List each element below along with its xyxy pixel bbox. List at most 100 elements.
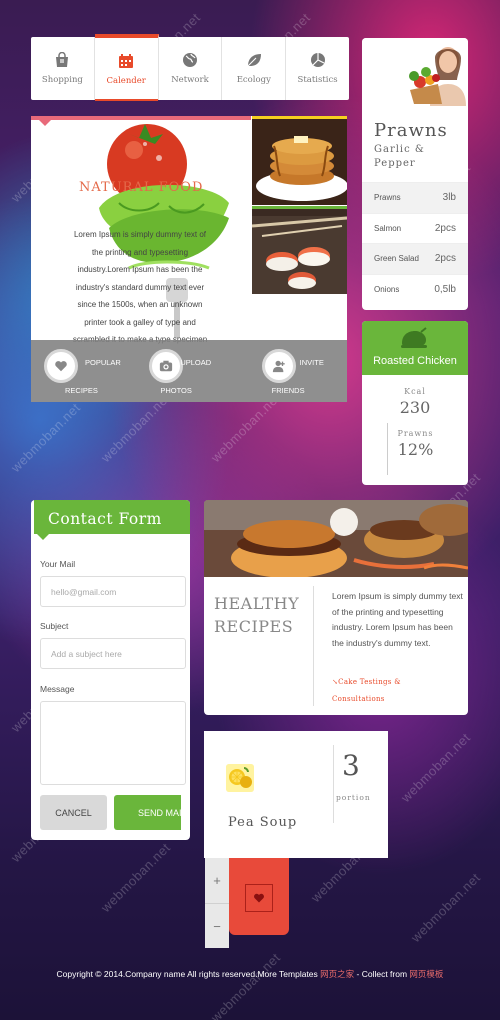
prawns-stat: Prawns 12%: [387, 423, 468, 475]
action-label-bottom: RECIPES: [65, 386, 98, 395]
pea-soup-card: Pea Soup 3 portion: [204, 731, 388, 858]
recipe-profile-card: Prawns Garlic & Pepper Prawns 3lb Salmon…: [362, 38, 468, 310]
pie-chart-icon: [310, 53, 325, 67]
heart-icon: [55, 361, 67, 372]
kcal-value: 230: [399, 398, 431, 417]
camera-icon: [160, 360, 173, 372]
email-field[interactable]: hello@gmail.com: [40, 576, 186, 607]
watermark-text: webmoban.net: [98, 839, 174, 916]
prawns-value: 12%: [397, 440, 434, 459]
zoom-out-button[interactable]: −: [205, 916, 229, 936]
healthy-title: HEALTHY RECIPES: [214, 592, 299, 638]
recipe-subtitle-line: Garlic &: [374, 144, 425, 155]
watermark-text: webmoban.net: [208, 949, 284, 1020]
copyright-text: Copyright © 2014.Company name All rights…: [56, 969, 321, 979]
subject-label: Subject: [40, 621, 69, 631]
chef-avatar: [409, 47, 466, 106]
chicken-header: Roasted Chicken: [362, 321, 468, 375]
message-field[interactable]: [40, 701, 186, 785]
tab-label: Statistics: [297, 75, 338, 85]
text-line: industry.Lorem Ipsum has been the: [77, 265, 203, 274]
chicken-title: Roasted Chicken: [373, 355, 457, 367]
add-user-icon: [272, 360, 285, 373]
divider: [333, 745, 334, 823]
ingredient-name: Onions: [374, 284, 400, 294]
burger-photo: [204, 500, 468, 577]
action-label-bottom: FRIENDS: [271, 386, 305, 395]
portion-count: 3: [342, 749, 360, 782]
kcal-label: Kcal: [404, 387, 426, 396]
favorite-widget[interactable]: [229, 858, 289, 935]
ingredient-amount: 0,5lb: [434, 283, 456, 295]
tab-label: Calender: [106, 75, 146, 86]
tab-network[interactable]: Network: [159, 37, 223, 100]
food-action-bar: POPULAR RECIPES UPLOAD PHOTOS INVITE FRI…: [31, 340, 347, 402]
prawns-label: Prawns: [397, 429, 434, 438]
heart-icon: [254, 893, 264, 903]
tab-shopping[interactable]: Shopping: [31, 37, 95, 100]
invite-friends-button[interactable]: INVITE FRIENDS: [242, 340, 347, 402]
ingredient-name: Salmon: [374, 223, 402, 233]
zoom-in-button[interactable]: +: [205, 870, 229, 890]
footer-link[interactable]: 网页模板: [409, 969, 443, 979]
send-mail-button[interactable]: SEND MAIL: [114, 795, 181, 830]
link-text: Cake Testings &: [338, 678, 401, 686]
tab-label: Shopping: [41, 75, 83, 85]
ingredient-amount: 2pcs: [434, 253, 456, 265]
divider: [313, 586, 314, 706]
roasted-chicken-card: Roasted Chicken Kcal 230 Prawns 12%: [362, 321, 468, 485]
popular-recipes-button[interactable]: POPULAR RECIPES: [31, 340, 136, 402]
photo-accent-bar: [252, 116, 347, 119]
cake-testings-link[interactable]: ↘Cake Testings & Consultations: [332, 674, 401, 708]
profile-header: [362, 38, 468, 106]
contact-form: Contact Form Your Mail hello@gmail.com S…: [31, 500, 190, 840]
pea-soup-title: Pea Soup: [228, 815, 298, 830]
globe-icon: [182, 53, 197, 67]
recipe-name: Prawns: [374, 120, 448, 141]
text-line: industry's standard dummy text ever: [75, 282, 205, 292]
tab-calender[interactable]: Calender: [94, 34, 159, 101]
message-label: Message: [40, 684, 75, 694]
burger-image: [204, 500, 468, 577]
watermark-text: webmoban.net: [408, 869, 484, 946]
list-item: Salmon 2pcs: [362, 212, 468, 244]
tab-ecology[interactable]: Ecology: [222, 37, 287, 100]
icon-circle: [261, 349, 296, 383]
recipe-subtitle-line: Pepper: [374, 158, 416, 169]
list-item: Green Salad 2pcs: [362, 243, 468, 274]
portion-label: portion: [336, 793, 371, 802]
zoom-control: + −: [205, 858, 229, 948]
favorite-frame: [245, 884, 273, 912]
photo-accent-bar: [252, 206, 347, 209]
lemon-image: [226, 764, 254, 792]
upload-photos-button[interactable]: UPLOAD PHOTOS: [136, 340, 241, 402]
divider: [205, 903, 229, 904]
shopping-bag-icon: [56, 52, 69, 67]
cancel-button[interactable]: CANCEL: [40, 795, 107, 830]
header-notch: [37, 534, 49, 540]
watermark-text: webmoban.net: [398, 729, 474, 806]
pancake-image: [252, 116, 347, 205]
text-line: since the 1500s, when an unknown: [77, 300, 203, 309]
calendar-icon: [119, 53, 134, 68]
contact-form-title: Contact Form: [48, 510, 162, 528]
footer-link[interactable]: 网页之家: [320, 969, 354, 979]
footer: Copyright © 2014.Company name All rights…: [0, 968, 500, 980]
action-label-top: UPLOAD: [180, 358, 212, 367]
sushi-photo: [252, 206, 347, 294]
action-label-top: INVITE: [299, 358, 324, 367]
footer-text: - Collect from: [354, 969, 410, 979]
ingredient-amount: 3lb: [442, 192, 456, 204]
healthy-recipes-card: HEALTHY RECIPES Lorem Ipsum is simply du…: [204, 500, 468, 715]
ingredients-list: Prawns 3lb Salmon 2pcs Green Salad 2pcs …: [362, 182, 468, 304]
tab-label: Network: [171, 75, 209, 85]
subject-field[interactable]: Add a subject here: [40, 638, 186, 669]
text-line: the printing and typesetting: [91, 247, 189, 257]
list-item: Onions 0,5lb: [362, 273, 468, 305]
healthy-text: Lorem Ipsum is simply dummy text of the …: [332, 591, 463, 648]
watermark-text: webmoban.net: [8, 399, 84, 476]
tab-statistics[interactable]: Statistics: [286, 37, 349, 100]
action-label-top: POPULAR: [85, 358, 121, 367]
ingredient-name: Green Salad: [374, 254, 419, 264]
icon-circle: [44, 349, 78, 383]
